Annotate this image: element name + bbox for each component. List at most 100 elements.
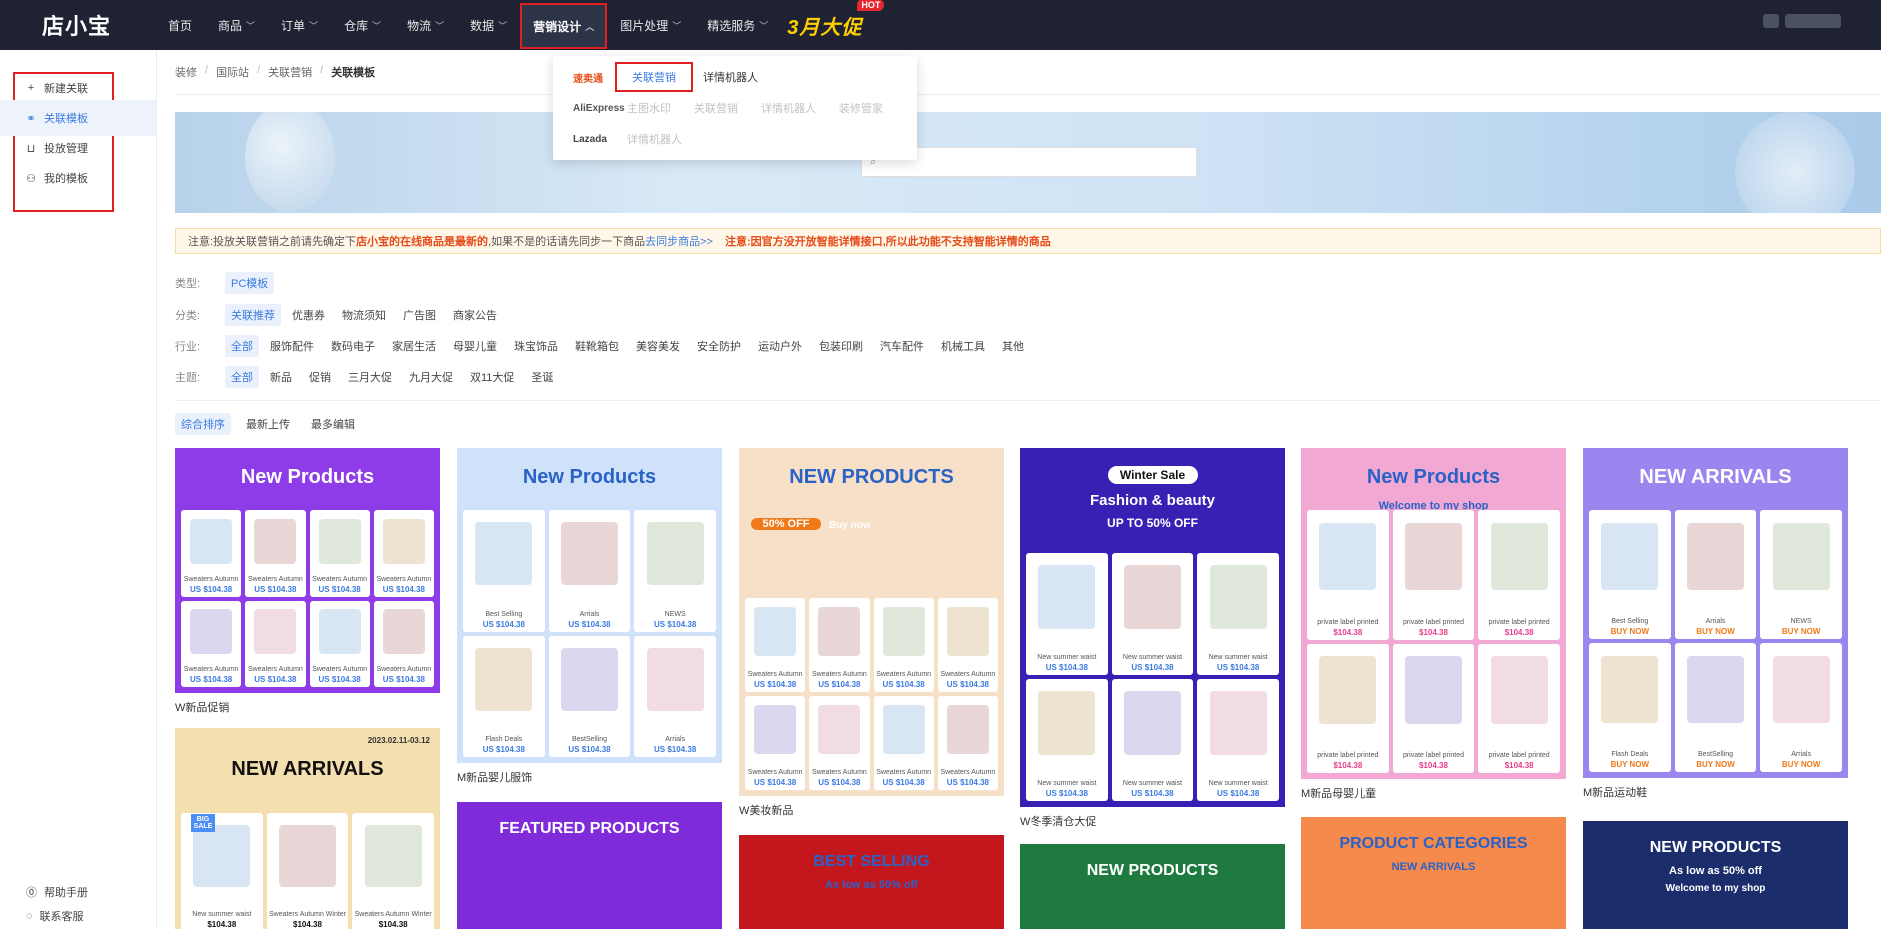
- product-price: US $104.38: [1131, 789, 1174, 798]
- template-thumbnail[interactable]: New Products Sweaters Autumn US $104.38 Swe…: [175, 448, 440, 693]
- filter-option[interactable]: 优惠券: [286, 304, 331, 326]
- template-thumbnail[interactable]: New Products Best Selling US $104.38 Arrial…: [457, 448, 722, 763]
- product-price: US $104.38: [753, 778, 797, 787]
- breadcrumb-item[interactable]: 关联营销: [268, 64, 312, 80]
- username-redacted[interactable]: [1785, 14, 1841, 28]
- breadcrumb-divider: [175, 94, 1881, 95]
- filter-option[interactable]: 包装印刷: [813, 335, 869, 357]
- nav-item-5[interactable]: 数据 ﹀: [457, 0, 520, 50]
- template-card[interactable]: FEATURED PRODUCTS: [457, 802, 722, 929]
- filter-option[interactable]: 新品: [264, 366, 298, 388]
- product-photo: [1490, 656, 1548, 724]
- filter-option[interactable]: 运动户外: [752, 335, 808, 357]
- sort-option[interactable]: 综合排序: [175, 413, 231, 435]
- app-logo[interactable]: 店小宝: [0, 9, 155, 41]
- product-price: US $104.38: [382, 675, 425, 684]
- filter-option[interactable]: 广告图: [397, 304, 442, 326]
- product-price: $104.38: [1504, 627, 1534, 637]
- filter-option[interactable]: 促销: [303, 366, 337, 388]
- filter-option[interactable]: 母婴儿童: [447, 335, 503, 357]
- nav-item-6[interactable]: 营销设计 ︿: [520, 3, 608, 49]
- filter-option[interactable]: 机械工具: [935, 335, 991, 357]
- template-thumbnail[interactable]: PRODUCT CATEGORIES NEW ARRIVALS: [1301, 817, 1566, 929]
- sale-badge: BIG SALE: [191, 814, 215, 832]
- product-photo: [1404, 656, 1463, 724]
- filter-option[interactable]: 全部: [225, 366, 259, 388]
- product-price: US $104.38: [882, 680, 925, 689]
- filter-option[interactable]: 美容美发: [630, 335, 686, 357]
- product-label: BestSelling: [571, 736, 607, 743]
- nav-item-4[interactable]: 物流 ﹀: [394, 0, 457, 50]
- platform-logo: AliExpress: [573, 102, 625, 114]
- filter-option[interactable]: 物流须知: [336, 304, 392, 326]
- sync-products-link[interactable]: 去同步商品>>: [645, 233, 713, 249]
- filter-option[interactable]: 安全防护: [691, 335, 747, 357]
- dropdown-link[interactable]: 详情机器人: [703, 69, 758, 85]
- filter-option[interactable]: 全部: [225, 335, 259, 357]
- template-card[interactable]: New Products Welcome to my shop private la…: [1301, 448, 1566, 801]
- nav-item-2[interactable]: 订单 ﹀: [268, 0, 331, 50]
- template-card[interactable]: NEW PRODUCTS As low as 50% off Welcome to …: [1583, 821, 1848, 929]
- filter-option[interactable]: 其他: [996, 335, 1030, 357]
- nav-item-0[interactable]: 首页: [155, 0, 205, 50]
- template-card[interactable]: NEW ARRIVALS Best Selling BUY NOW Arrials BU…: [1583, 448, 1848, 800]
- filter-option[interactable]: 服饰配件: [264, 335, 320, 357]
- template-thumbnail[interactable]: New Products Welcome to my shop private la…: [1301, 448, 1566, 779]
- promo-banner[interactable]: 3月大促 HOT: [787, 0, 885, 40]
- sort-option[interactable]: 最多编辑: [305, 413, 361, 435]
- breadcrumb-item[interactable]: 国际站: [216, 64, 249, 80]
- template-name: M新品婴儿服饰: [457, 772, 533, 784]
- filter-option[interactable]: 鞋靴箱包: [569, 335, 625, 357]
- template-thumbnail[interactable]: NEW ARRIVALS Best Selling BUY NOW Arrials BU…: [1583, 448, 1848, 778]
- dropdown-link[interactable]: 关联营销: [615, 62, 693, 92]
- sort-option[interactable]: 最新上传: [240, 413, 296, 435]
- filter-label: 分类:: [175, 310, 201, 322]
- template-card[interactable]: Winter Sale Fashion & beauty UP TO 50% OFF…: [1020, 448, 1285, 829]
- filter-option[interactable]: 商家公告: [447, 304, 503, 326]
- nav-item-1[interactable]: 商品 ﹀: [205, 0, 268, 50]
- filter-option[interactable]: PC模板: [225, 272, 275, 294]
- sidebar-item-label: 关联模板: [44, 113, 88, 125]
- filter-option[interactable]: 九月大促: [403, 366, 459, 388]
- template-thumbnail[interactable]: NEW PRODUCTS: [1020, 844, 1285, 929]
- breadcrumb-item: 关联模板: [331, 67, 376, 79]
- breadcrumb-item[interactable]: 装修: [175, 64, 197, 80]
- product-tile: private label printed $104.38: [1478, 643, 1560, 773]
- filter-option[interactable]: 双11大促: [464, 366, 520, 388]
- template-name: M新品母婴儿童: [1301, 788, 1377, 800]
- template-thumbnail[interactable]: NEW PRODUCTS As low as 50% off Welcome to …: [1583, 821, 1848, 929]
- template-card[interactable]: New Products Best Selling US $104.38 Arrial…: [457, 448, 722, 785]
- template-thumbnail[interactable]: 2023.02.11-03.12 NEW ARRIVALS New summer w…: [175, 728, 440, 929]
- template-card[interactable]: PRODUCT CATEGORIES NEW ARRIVALS: [1301, 817, 1566, 929]
- user-area[interactable]: [1763, 14, 1841, 28]
- template-card[interactable]: 2023.02.11-03.12 NEW ARRIVALS New summer w…: [175, 728, 440, 929]
- product-photo: [1038, 565, 1096, 629]
- filter-option[interactable]: 家居生活: [386, 335, 442, 357]
- filter-option[interactable]: 关联推荐: [225, 304, 281, 326]
- template-thumbnail[interactable]: NEW PRODUCTS 50% OFF Buy now Sweaters Autum…: [739, 448, 1004, 796]
- template-thumbnail[interactable]: BEST SELLING As low as 50% off: [739, 835, 1004, 929]
- template-card[interactable]: NEW PRODUCTS: [1020, 844, 1285, 929]
- avatar[interactable]: [1763, 14, 1779, 28]
- product-price: $104.38: [293, 920, 322, 929]
- product-photo: [318, 609, 361, 655]
- nav-item-8[interactable]: 精选服务 ﹀: [694, 0, 781, 50]
- sidebar-footer-1[interactable]: ◌ 联系客服: [26, 908, 84, 924]
- sidebar-item-3[interactable]: ⚇ 我的模板: [0, 160, 156, 196]
- product-label: private label printed: [1488, 618, 1550, 626]
- template-card[interactable]: NEW PRODUCTS 50% OFF Buy now Sweaters Autum…: [739, 448, 1004, 818]
- nav-item-7[interactable]: 图片处理 ﹀: [607, 0, 694, 50]
- filter-option[interactable]: 汽车配件: [874, 335, 930, 357]
- template-card[interactable]: BEST SELLING As low as 50% off: [739, 835, 1004, 929]
- filter-option[interactable]: 数码电子: [325, 335, 381, 357]
- template-thumbnail[interactable]: FEATURED PRODUCTS: [457, 802, 722, 929]
- product-label: Arrials: [1791, 751, 1812, 758]
- filter-option[interactable]: 三月大促: [342, 366, 398, 388]
- template-thumbnail[interactable]: Winter Sale Fashion & beauty UP TO 50% OFF…: [1020, 448, 1285, 807]
- sidebar-footer-0[interactable]: ⓪ 帮助手册: [26, 884, 88, 900]
- breadcrumb-separator: /: [257, 64, 261, 76]
- filter-option[interactable]: 珠宝饰品: [508, 335, 564, 357]
- filter-option[interactable]: 圣诞: [525, 366, 559, 388]
- template-card[interactable]: New Products Sweaters Autumn US $104.38 Swe…: [175, 448, 440, 715]
- nav-item-3[interactable]: 仓库 ﹀: [331, 0, 394, 50]
